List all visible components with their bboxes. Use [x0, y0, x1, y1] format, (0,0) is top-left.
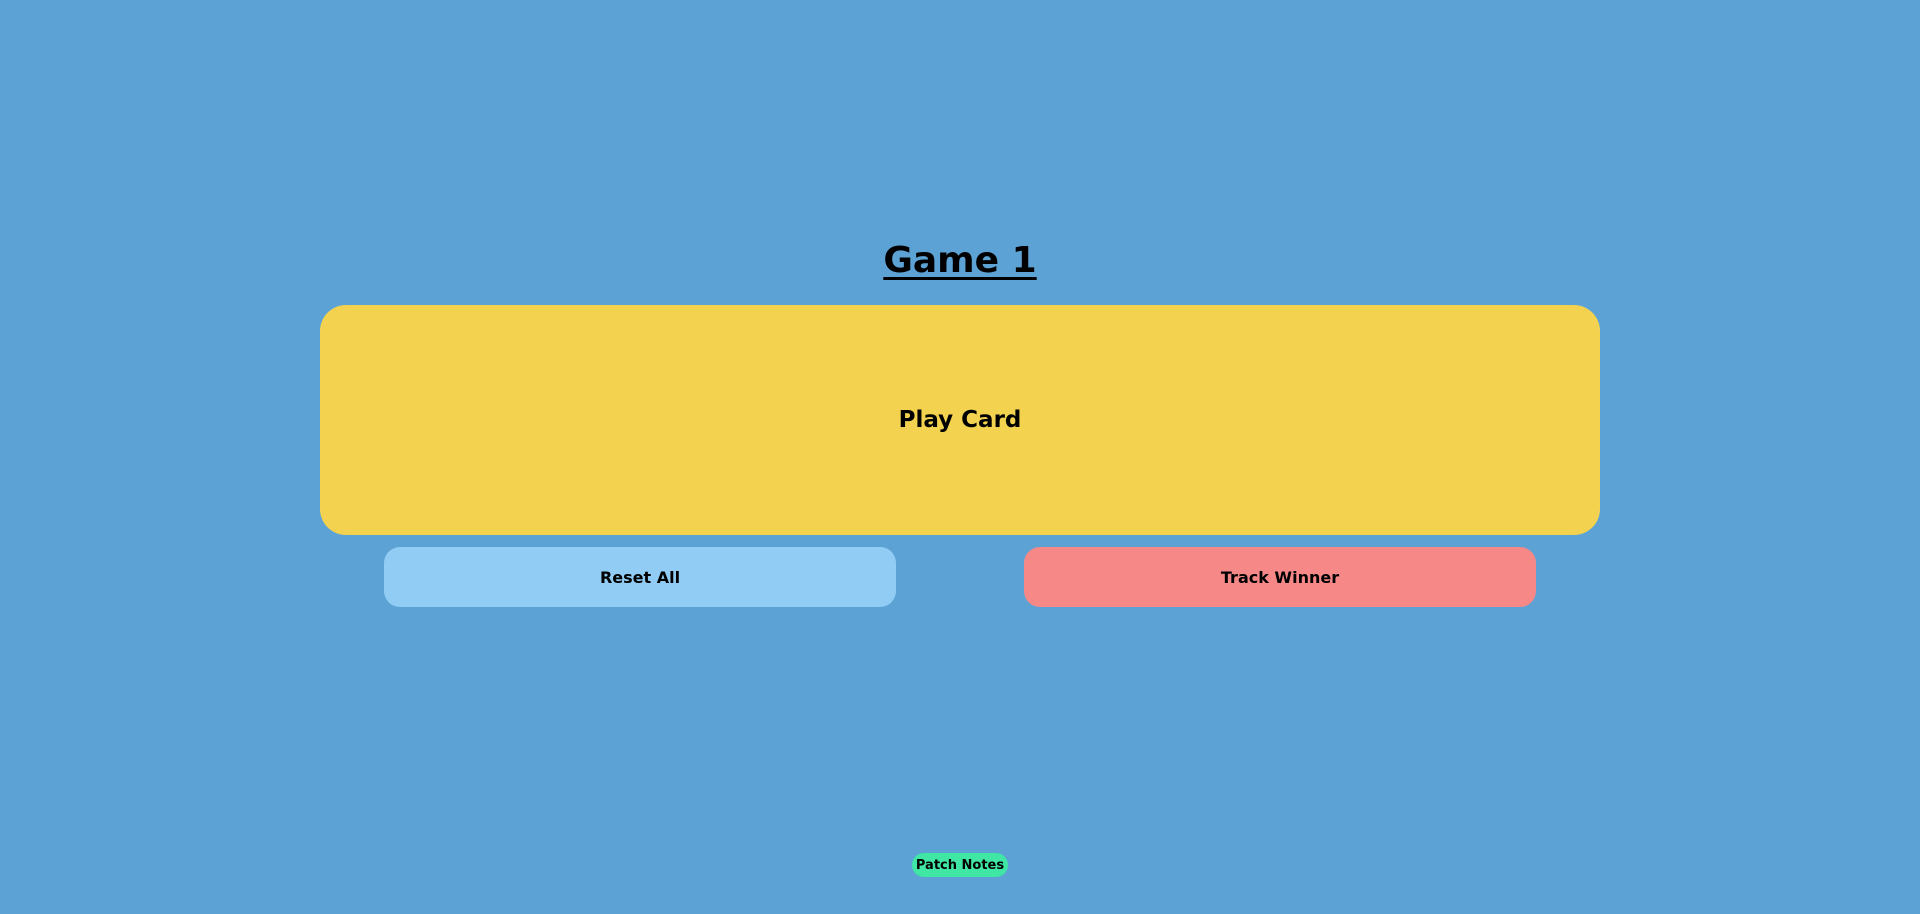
patch-notes-label: Patch Notes: [915, 857, 1005, 873]
reset-all-button[interactable]: Reset All: [384, 547, 896, 607]
reset-all-label: Reset All: [599, 567, 681, 587]
play-card-button[interactable]: Play Card: [320, 305, 1600, 535]
track-winner-button[interactable]: Track Winner: [1024, 547, 1536, 607]
play-card-label: Play Card: [898, 407, 1022, 433]
page-title: Game 1: [883, 240, 1037, 281]
track-winner-label: Track Winner: [1220, 567, 1340, 587]
patch-notes-button[interactable]: Patch Notes: [912, 853, 1008, 877]
